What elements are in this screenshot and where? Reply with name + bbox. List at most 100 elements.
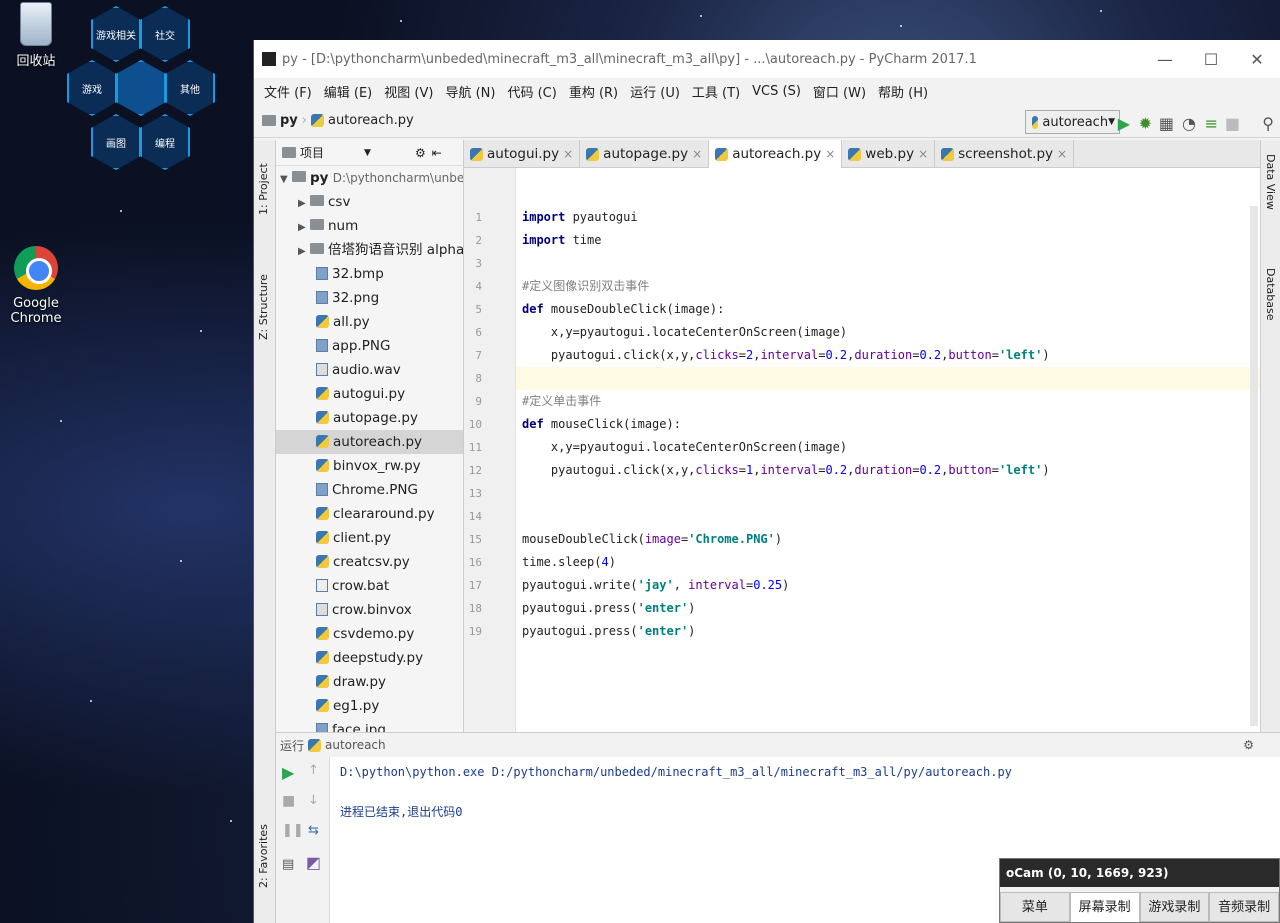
tree-item[interactable]: deepstudy.py — [276, 646, 463, 670]
debug-icon[interactable]: ✹ — [1139, 114, 1152, 133]
tree-item-selected[interactable]: autoreach.py — [276, 430, 463, 454]
ocam-tab-menu[interactable]: 菜单 — [1000, 892, 1070, 922]
tree-root-path: D:\pythoncharm\unbeded — [332, 171, 464, 185]
editor-scrollbar[interactable] — [1250, 206, 1258, 726]
profile-icon[interactable]: ◔ — [1182, 114, 1196, 133]
coverage-icon[interactable]: ▦ — [1159, 114, 1174, 133]
database-tool-tab[interactable]: Database — [1264, 268, 1277, 321]
tree-item[interactable]: all.py — [276, 310, 463, 334]
tree-item[interactable]: audio.wav — [276, 358, 463, 382]
hex-social[interactable]: 社交 — [140, 6, 190, 62]
gear-icon[interactable]: ⚙ — [1243, 738, 1254, 752]
tree-item[interactable]: binvox_rw.py — [276, 454, 463, 478]
menu-tools[interactable]: 工具 (T) — [686, 82, 746, 101]
close-button[interactable]: ✕ — [1234, 50, 1280, 69]
hex-code[interactable]: 编程 — [140, 114, 190, 170]
tree-item[interactable]: ▶ 倍塔狗语音识别 alpha_1. — [276, 238, 463, 262]
favorites-tool-tab[interactable]: 2: Favorites — [257, 824, 270, 888]
line-number: 10 — [468, 418, 482, 431]
search-icon[interactable]: ⚲ — [1262, 114, 1274, 133]
tree-item[interactable]: ▶ num — [276, 214, 463, 238]
code-editor[interactable]: 1 2 3 4 5 6 7 8 9 10 11 12 13 14 15 16 1… — [464, 168, 1260, 732]
structure-tool-tab[interactable]: Z: Structure — [257, 274, 270, 340]
project-view-select[interactable]: 项目 — [300, 144, 324, 161]
chevron-down-icon[interactable]: ▼ — [364, 148, 371, 158]
minimize-button[interactable]: — — [1142, 50, 1188, 69]
tree-item[interactable]: app.PNG — [276, 334, 463, 358]
chrome-shortcut[interactable]: Google Chrome — [6, 246, 66, 326]
tab-screenshot[interactable]: screenshot.py × — [935, 140, 1075, 168]
hex-paint[interactable]: 画图 — [91, 114, 141, 170]
menu-edit[interactable]: 编辑 (E) — [318, 82, 379, 101]
tree-item[interactable]: face.jpg — [276, 718, 463, 732]
code-content[interactable]: import pyautogui import time #定义图像识别双击事件… — [516, 206, 1260, 643]
tree-item[interactable]: 32.png — [276, 286, 463, 310]
owl-logo-icon[interactable] — [116, 60, 166, 116]
tree-item-label: csvdemo.py — [333, 626, 415, 642]
tree-item[interactable]: crow.binvox — [276, 598, 463, 622]
tree-item[interactable]: Chrome.PNG — [276, 478, 463, 502]
menu-vcs[interactable]: VCS (S) — [746, 84, 807, 99]
close-tab-icon[interactable]: × — [918, 147, 928, 161]
run-config-tab[interactable]: autoreach — [325, 738, 386, 752]
pause-icon[interactable]: ❚❚ — [282, 823, 304, 838]
gear-icon[interactable]: ⚙ — [415, 146, 426, 160]
scroll-up-icon[interactable]: ↑ — [308, 763, 319, 778]
tab-autoreach[interactable]: autoreach.py × — [709, 140, 843, 168]
tab-autogui[interactable]: autogui.py × — [464, 140, 581, 168]
tree-root[interactable]: ▼ py D:\pythoncharm\unbeded — [276, 166, 463, 190]
run-config-select[interactable]: autoreach ▼ — [1025, 110, 1120, 134]
breadcrumb-file[interactable]: autoreach.py — [328, 113, 414, 128]
tree-item[interactable]: autogui.py — [276, 382, 463, 406]
collapse-icon[interactable]: ⇤ — [432, 146, 442, 160]
hex-games[interactable]: 游戏 — [67, 60, 117, 116]
concurrency-icon[interactable]: ≡ — [1205, 114, 1218, 133]
run-icon[interactable]: ▶ — [1118, 114, 1130, 133]
python-file-icon — [316, 507, 329, 520]
tree-item[interactable]: autopage.py — [276, 406, 463, 430]
close-tab-icon[interactable]: × — [1057, 147, 1067, 161]
breadcrumb-root[interactable]: py — [280, 113, 298, 128]
tree-item[interactable]: eg1.py — [276, 694, 463, 718]
pin-icon[interactable]: ◩ — [306, 853, 321, 872]
tab-label: screenshot.py — [958, 146, 1054, 162]
menu-run[interactable]: 运行 (U) — [624, 82, 686, 101]
soft-wrap-icon[interactable]: ⇆ — [308, 823, 319, 838]
rerun-icon[interactable]: ▶ — [282, 763, 294, 782]
tree-item[interactable]: crow.bat — [276, 574, 463, 598]
maximize-button[interactable]: ☐ — [1188, 50, 1234, 69]
close-tab-icon[interactable]: × — [692, 147, 702, 161]
tab-autopage[interactable]: autopage.py × — [580, 140, 710, 168]
project-tool-tab[interactable]: 1: Project — [257, 163, 270, 215]
hex-games-related[interactable]: 游戏相关 — [91, 6, 141, 62]
menu-code[interactable]: 代码 (C) — [501, 82, 562, 101]
data-view-tool-tab[interactable]: Data View — [1264, 154, 1277, 210]
menu-navigate[interactable]: 导航 (N) — [439, 82, 501, 101]
tree-item[interactable]: draw.py — [276, 670, 463, 694]
tree-item[interactable]: 32.bmp — [276, 262, 463, 286]
layout-icon[interactable]: ▤ — [282, 857, 294, 872]
code-line: def mouseClick(image): — [522, 417, 681, 431]
menu-view[interactable]: 视图 (V) — [378, 82, 439, 101]
tree-item[interactable]: client.py — [276, 526, 463, 550]
ocam-tab-game[interactable]: 游戏录制 — [1139, 892, 1210, 922]
ocam-tab-audio[interactable]: 音频录制 — [1209, 892, 1279, 922]
close-tab-icon[interactable]: × — [825, 147, 835, 161]
menu-refactor[interactable]: 重构 (R) — [563, 82, 624, 101]
tree-item[interactable]: cleararound.py — [276, 502, 463, 526]
menu-file[interactable]: 文件 (F) — [258, 82, 318, 101]
tree-item[interactable]: ▶ csv — [276, 190, 463, 214]
recycle-bin-icon[interactable]: 回收站 — [6, 2, 66, 69]
tree-item[interactable]: csvdemo.py — [276, 622, 463, 646]
hex-other[interactable]: 其他 — [165, 60, 215, 116]
close-tab-icon[interactable]: × — [563, 147, 573, 161]
menu-window[interactable]: 窗口 (W) — [807, 82, 872, 101]
scroll-down-icon[interactable]: ↓ — [308, 793, 319, 808]
ocam-tab-screen[interactable]: 屏幕录制 — [1069, 892, 1140, 922]
menu-help[interactable]: 帮助 (H) — [872, 82, 934, 101]
stop-icon[interactable]: ■ — [282, 793, 295, 809]
stop-icon[interactable]: ■ — [1225, 114, 1240, 133]
tab-web[interactable]: web.py × — [842, 140, 936, 168]
tree-item[interactable]: creatcsv.py — [276, 550, 463, 574]
